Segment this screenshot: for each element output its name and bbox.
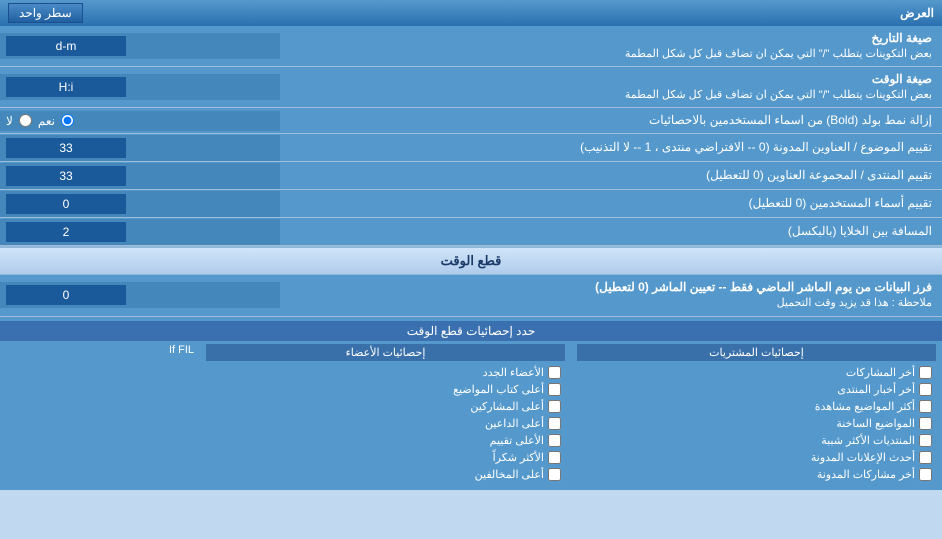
user-order-label: تقييم أسماء المستخدمين (0 للتعطيل) (280, 191, 942, 216)
bold-radio-group: نعم لا (6, 114, 74, 128)
cb-latest-posts: أخر المشاركات (577, 364, 936, 381)
cb-top-rated: الأعلى تقييم (206, 432, 565, 449)
cb-top-violators-input[interactable] (548, 468, 561, 481)
bottom-content: إحصائيات المشتريات أخر المشاركات أخر أخب… (0, 341, 942, 486)
time-section-header: قطع الوقت (0, 246, 942, 275)
members-title: إحصائيات الأعضاء (206, 344, 565, 361)
cb-new-members-label: الأعضاء الجدد (483, 366, 544, 379)
cb-blog-posts-input[interactable] (919, 468, 932, 481)
cb-latest-posts-label: أخر المشاركات (846, 366, 915, 379)
cell-spacing-row: المسافة بين الخلايا (بالبكسل) (0, 218, 942, 246)
cb-new-members: الأعضاء الجدد (206, 364, 565, 381)
user-order-input[interactable] (6, 194, 126, 214)
date-format-row: صيغة التاريخ بعض التكوينات يتطلب "/" الت… (0, 26, 942, 67)
topic-order-input-cell (0, 135, 280, 161)
bold-radio-no-label: لا (6, 114, 13, 128)
cb-popular-forums-input[interactable] (919, 434, 932, 447)
user-order-input-cell (0, 191, 280, 217)
forum-order-input-cell (0, 163, 280, 189)
cb-most-thanks-input[interactable] (548, 451, 561, 464)
cb-top-rated-input[interactable] (548, 434, 561, 447)
time-format-label: صيغة الوقت بعض التكوينات يتطلب "/" التي … (280, 67, 942, 107)
cb-most-viewed-input[interactable] (919, 400, 932, 413)
time-filter-label: فرز البيانات من يوم الماشر الماضي فقط --… (280, 275, 942, 315)
cb-latest-ads-input[interactable] (919, 451, 932, 464)
topic-order-row: تقييم الموضوع / العناوين المدونة (0 -- ا… (0, 134, 942, 162)
bold-radio-no[interactable] (19, 114, 32, 127)
main-container: العرض سطر واحد صيغة التاريخ بعض التكوينا… (0, 0, 942, 490)
bold-radio-yes-label: نعم (38, 114, 55, 128)
time-filter-input-cell (0, 282, 280, 308)
cb-top-posters-input[interactable] (548, 400, 561, 413)
top-header: العرض سطر واحد (0, 0, 942, 26)
cb-top-writers-input[interactable] (548, 383, 561, 396)
forum-order-label: تقييم المنتدى / المجموعة العناوين (0 للت… (280, 163, 942, 188)
cb-latest-ads-label: أحدث الإعلانات المدونة (811, 451, 915, 464)
cb-most-thanks: الأكثر شكراً (206, 449, 565, 466)
forum-order-row: تقييم المنتدى / المجموعة العناوين (0 للت… (0, 162, 942, 190)
stats-col-members: إحصائيات الأعضاء الأعضاء الجدد أعلى كتاب… (200, 341, 571, 486)
cb-forum-news: أخر أخبار المنتدى (577, 381, 936, 398)
cb-hot-topics-label: المواضيع الساخنة (836, 417, 915, 430)
cb-new-members-input[interactable] (548, 366, 561, 379)
forum-order-input[interactable] (6, 166, 126, 186)
stats-header: حدد إحصائيات قطع الوقت (0, 321, 942, 341)
bottom-section: حدد إحصائيات قطع الوقت إحصائيات المشتريا… (0, 317, 942, 490)
dropdown-button[interactable]: سطر واحد (8, 3, 83, 23)
cb-latest-ads: أحدث الإعلانات المدونة (577, 449, 936, 466)
time-filter-input[interactable] (6, 285, 126, 305)
cb-blog-posts-label: أخر مشاركات المدونة (817, 468, 915, 481)
cb-hot-topics-input[interactable] (919, 417, 932, 430)
cb-top-rated-label: الأعلى تقييم (490, 434, 544, 447)
cell-spacing-label: المسافة بين الخلايا (بالبكسل) (280, 219, 942, 244)
cb-top-posters: أعلى المشاركين (206, 398, 565, 415)
cb-forum-news-input[interactable] (919, 383, 932, 396)
date-format-label: صيغة التاريخ بعض التكوينات يتطلب "/" الت… (280, 26, 942, 66)
time-format-input[interactable] (6, 77, 126, 97)
topic-order-input[interactable] (6, 138, 126, 158)
bold-remove-label: إزالة نمط بولد (Bold) من اسماء المستخدمي… (280, 108, 942, 133)
topic-order-label: تقييم الموضوع / العناوين المدونة (0 -- ا… (280, 135, 942, 160)
cb-popular-forums: المنتديات الأكثر شببة (577, 432, 936, 449)
cb-top-callers: أعلى الداعين (206, 415, 565, 432)
time-filter-row: فرز البيانات من يوم الماشر الماضي فقط --… (0, 275, 942, 316)
cb-most-viewed-label: أكثر المواضيع مشاهدة (815, 400, 915, 413)
cb-blog-posts: أخر مشاركات المدونة (577, 466, 936, 483)
date-format-input-cell (0, 33, 280, 59)
cb-hot-topics: المواضيع الساخنة (577, 415, 936, 432)
bold-remove-row: إزالة نمط بولد (Bold) من اسماء المستخدمي… (0, 108, 942, 134)
user-order-row: تقييم أسماء المستخدمين (0 للتعطيل) (0, 190, 942, 218)
cb-top-posters-label: أعلى المشاركين (470, 400, 544, 413)
cb-top-callers-input[interactable] (548, 417, 561, 430)
bold-radio-yes[interactable] (61, 114, 74, 127)
cb-top-callers-label: أعلى الداعين (485, 417, 544, 430)
if-fil-label: If FIL (6, 344, 194, 356)
bottom-right-area: If FIL (0, 341, 200, 486)
date-format-input[interactable] (6, 36, 126, 56)
cb-top-violators-label: أعلى المخالفين (475, 468, 544, 481)
purchases-title: إحصائيات المشتريات (577, 344, 936, 361)
cell-spacing-input-cell (0, 219, 280, 245)
cb-forum-news-label: أخر أخبار المنتدى (837, 383, 915, 396)
cb-latest-posts-input[interactable] (919, 366, 932, 379)
cb-top-writers: أعلى كتاب المواضيع (206, 381, 565, 398)
cb-most-viewed: أكثر المواضيع مشاهدة (577, 398, 936, 415)
bold-remove-radio-cell: نعم لا (0, 111, 280, 131)
cb-top-writers-label: أعلى كتاب المواضيع (453, 383, 544, 396)
header-label: العرض (900, 6, 934, 20)
cb-top-violators: أعلى المخالفين (206, 466, 565, 483)
time-format-input-cell (0, 74, 280, 100)
cb-popular-forums-label: المنتديات الأكثر شببة (821, 434, 915, 447)
stats-col-purchases: إحصائيات المشتريات أخر المشاركات أخر أخب… (571, 341, 942, 486)
cb-most-thanks-label: الأكثر شكراً (493, 451, 544, 464)
time-format-row: صيغة الوقت بعض التكوينات يتطلب "/" التي … (0, 67, 942, 108)
cell-spacing-input[interactable] (6, 222, 126, 242)
